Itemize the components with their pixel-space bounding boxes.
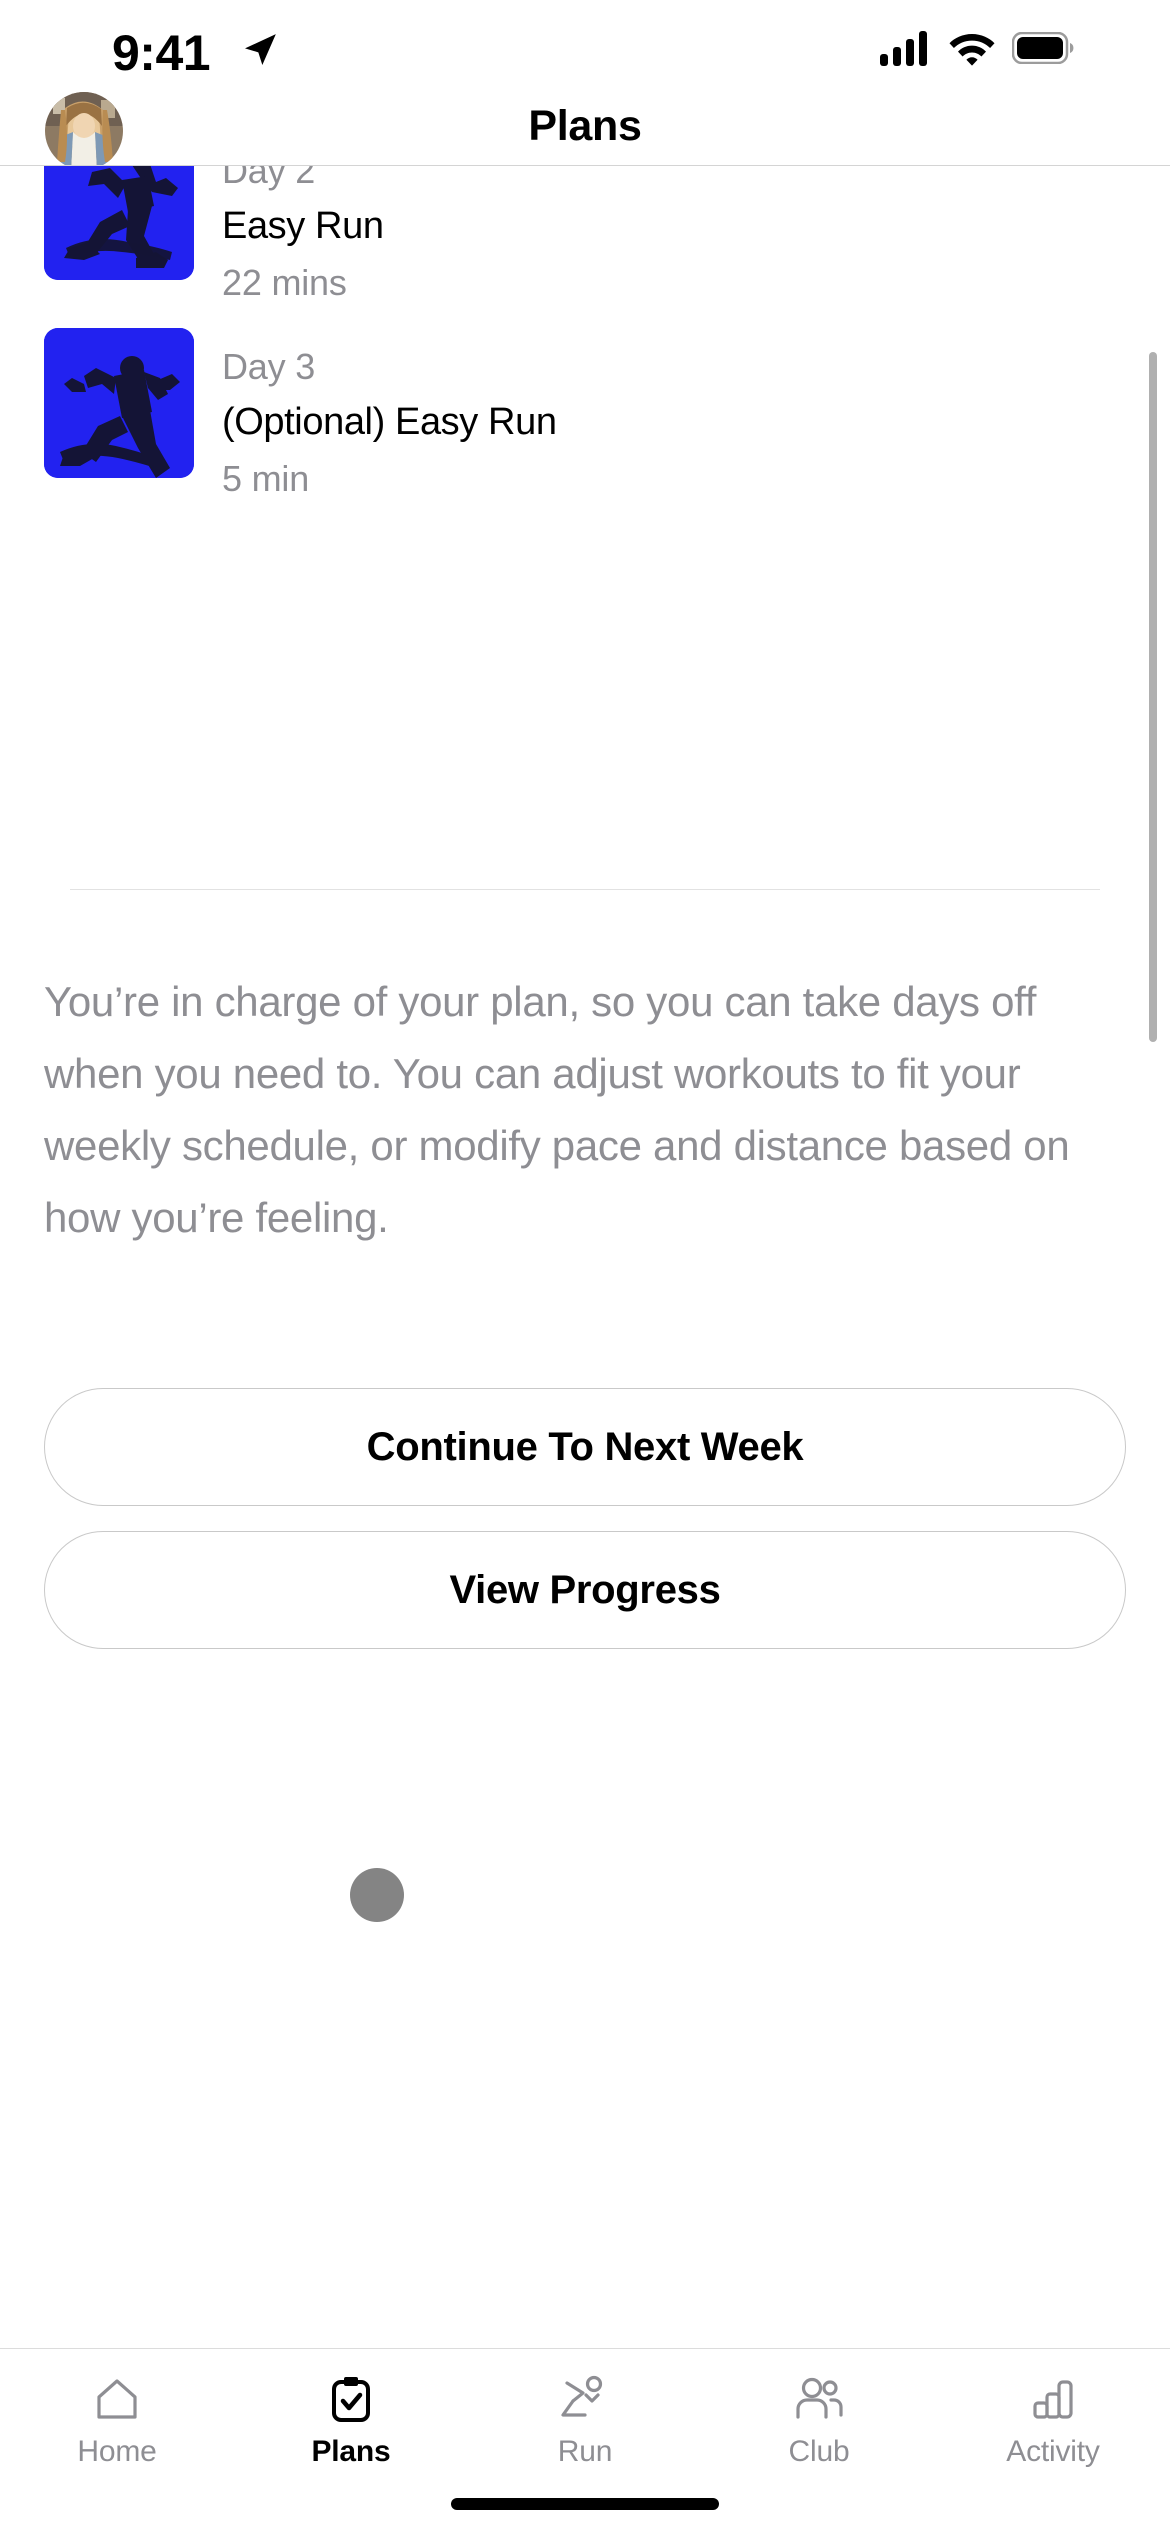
plan-description: You’re in charge of your plan, so you ca… (44, 978, 1070, 1241)
location-arrow-icon (240, 30, 280, 70)
cellular-bars-icon (880, 30, 932, 71)
navigation-header: Plans (0, 92, 1170, 170)
home-icon (89, 2371, 145, 2427)
tab-plans-label: Plans (311, 2435, 391, 2468)
clipboard-check-icon (323, 2371, 379, 2427)
scroll-content[interactable]: Day 2 Easy Run 22 mins Day 3 (Optional) … (0, 166, 1170, 2348)
app-screen: 9:41 Plans Day 2 Easy Run 22 mins Day 3 … (0, 0, 1170, 2532)
tab-activity[interactable]: Activity (936, 2349, 1170, 2497)
bottom-tab-bar: Home Plans Run Club Activity (0, 2349, 1170, 2497)
workout-title-label: (Optional) Easy Run (222, 401, 557, 443)
home-indicator (451, 2498, 719, 2510)
workout-list-item[interactable]: Day 2 Easy Run 22 mins (0, 166, 1170, 324)
touch-pointer-indicator (350, 1868, 404, 1922)
tab-activity-label: Activity (1006, 2435, 1100, 2468)
workout-day-label: Day 2 (222, 166, 316, 191)
runner-icon (44, 166, 194, 280)
wifi-icon (948, 30, 996, 71)
workout-title-label: Easy Run (222, 205, 384, 247)
section-divider (70, 889, 1100, 890)
status-bar-time: 9:41 (112, 25, 211, 81)
tab-run-label: Run (557, 2435, 613, 2468)
bar-chart-icon (1025, 2371, 1081, 2427)
workout-duration-label: 5 min (222, 458, 310, 499)
tab-plans[interactable]: Plans (234, 2349, 468, 2497)
view-progress-button[interactable]: View Progress (44, 1531, 1126, 1649)
tab-club-label: Club (788, 2435, 850, 2468)
tab-home[interactable]: Home (0, 2349, 234, 2497)
runner-icon (44, 328, 194, 478)
workout-text: Day 2 Easy Run 22 mins (222, 166, 384, 306)
continue-to-next-week-button[interactable]: Continue To Next Week (44, 1388, 1126, 1506)
tab-club[interactable]: Club (702, 2349, 936, 2497)
people-icon (791, 2371, 847, 2427)
tab-run[interactable]: Run (468, 2349, 702, 2497)
workout-text: Day 3 (Optional) Easy Run 5 min (222, 344, 557, 502)
vertical-scrollbar[interactable] (1149, 352, 1157, 1042)
battery-full-icon (1011, 31, 1074, 69)
status-bar-indicators (880, 30, 1074, 70)
workout-list-item[interactable]: Day 3 (Optional) Easy Run 5 min (0, 328, 1170, 508)
workout-duration-label: 22 mins (222, 262, 347, 303)
page-title: Plans (528, 102, 642, 150)
status-bar: 9:41 (0, 0, 1170, 98)
workout-day-label: Day 3 (222, 346, 316, 387)
tab-home-label: Home (77, 2435, 157, 2468)
running-person-icon (557, 2371, 613, 2427)
